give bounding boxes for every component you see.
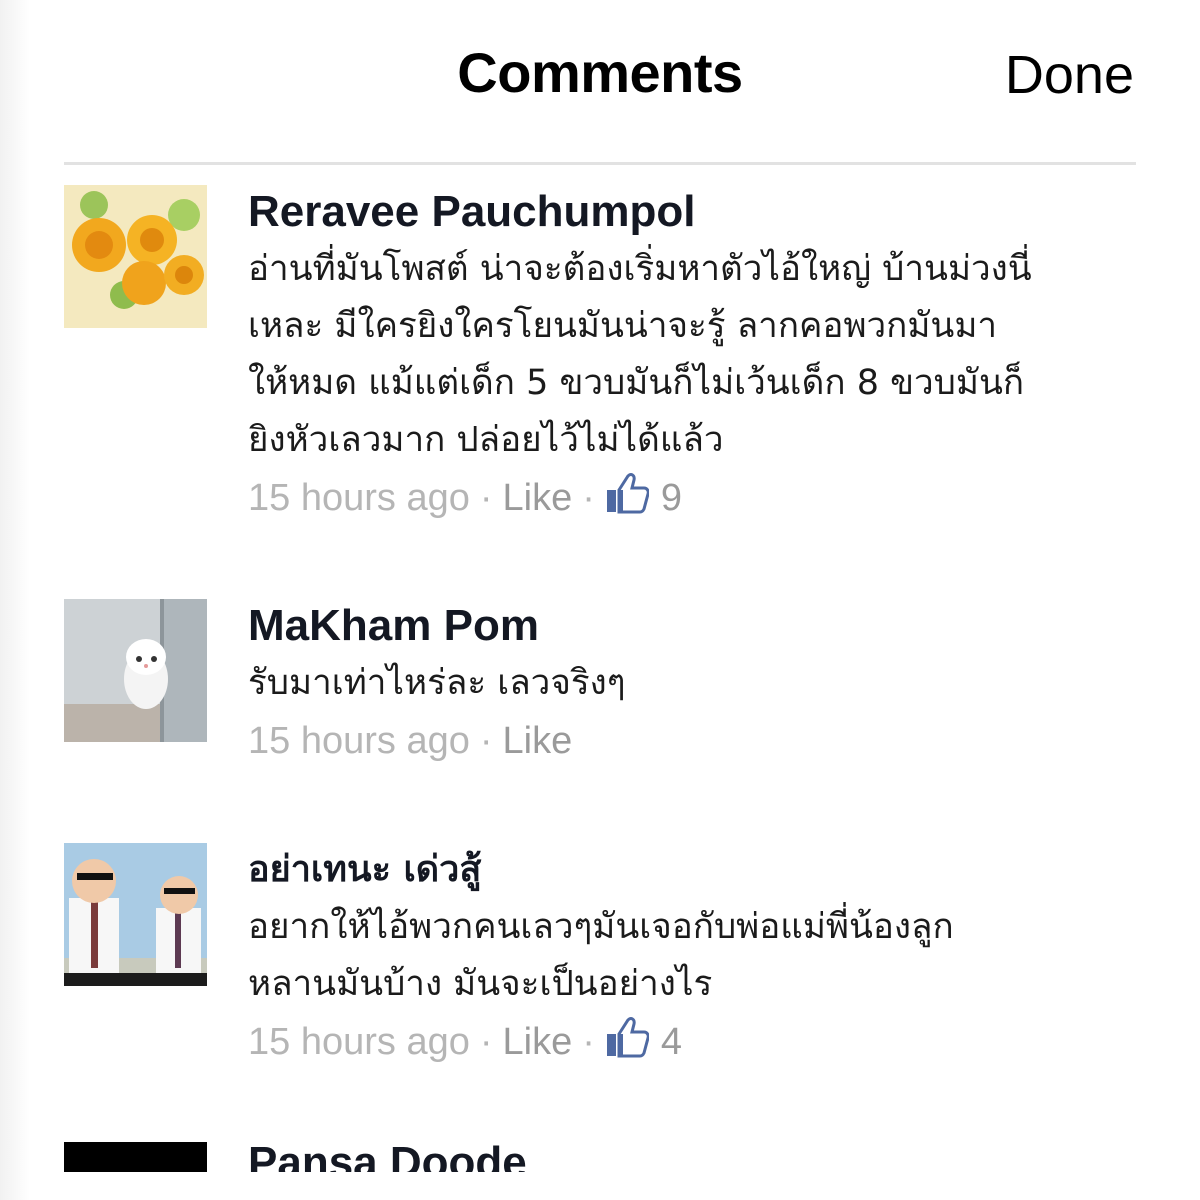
comment-timestamp: 15 hours ago	[248, 1021, 470, 1063]
comment-author[interactable]: Pansa Doode	[248, 1142, 1144, 1172]
avatar[interactable]	[64, 599, 207, 742]
comment-meta: 15 hours ago · Like · 9	[248, 471, 1144, 525]
meta-separator: ·	[582, 1021, 595, 1063]
like-count: 4	[660, 1021, 683, 1063]
comment-text: อยากให้ไอ้พวกคนเลวๆมันเจอกับพ่อแม่พี่น้อ…	[248, 907, 954, 1004]
avatar[interactable]	[64, 185, 207, 328]
meta-separator: ·	[479, 720, 493, 762]
comment-author[interactable]: อย่าเทนะ เด่วสู้	[248, 843, 1144, 897]
comment-author[interactable]: MaKham Pom	[248, 599, 1144, 653]
like-button[interactable]: Like	[503, 1021, 573, 1063]
avatar[interactable]	[64, 1142, 207, 1172]
comment-meta: 15 hours ago · Like · 4	[248, 1015, 1144, 1069]
comment-item: Pansa Doode	[64, 1142, 1144, 1172]
comment-timestamp: 15 hours ago	[248, 720, 470, 762]
thumbs-up-icon[interactable]	[605, 472, 650, 514]
comment-timestamp: 15 hours ago	[248, 477, 470, 519]
done-button[interactable]: Done	[1005, 44, 1134, 106]
comments-header: Comments Done	[0, 0, 1200, 160]
left-edge-shadow	[0, 0, 30, 1200]
like-button[interactable]: Like	[503, 720, 573, 762]
header-divider	[64, 162, 1136, 165]
like-button[interactable]: Like	[503, 477, 573, 519]
meta-separator: ·	[479, 1021, 493, 1063]
comment-text: อ่านที่มันโพสต์ น่าจะต้องเริ่มหาตัวไอ้ให…	[248, 249, 1032, 460]
comment-meta: 15 hours ago · Like	[248, 714, 1144, 768]
comment-text: รับมาเท่าไหร่ละ เลวจริงๆ	[248, 663, 626, 703]
like-count: 9	[660, 477, 683, 519]
meta-separator: ·	[582, 477, 595, 519]
comment-author[interactable]: Reravee Pauchumpol	[248, 185, 1144, 239]
meta-separator: ·	[479, 477, 493, 519]
thumbs-up-icon[interactable]	[605, 1016, 650, 1058]
avatar[interactable]	[64, 843, 207, 986]
